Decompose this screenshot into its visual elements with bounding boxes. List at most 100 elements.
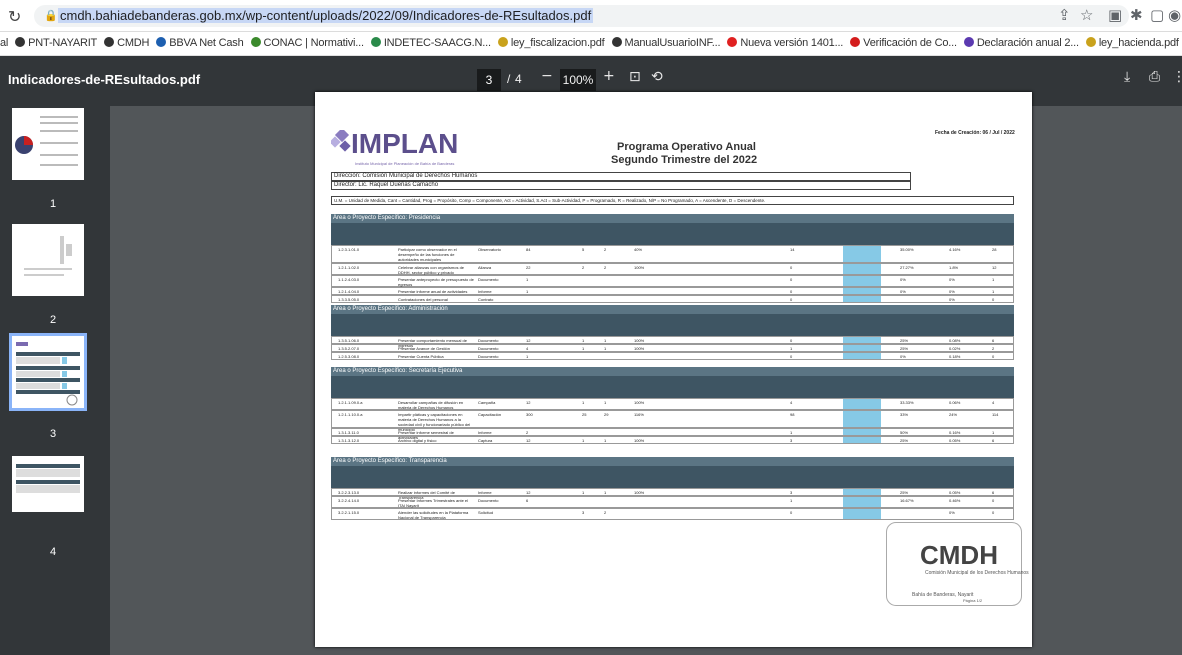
thumbnail-page-1[interactable] xyxy=(12,108,84,180)
more-menu-icon[interactable]: ⋮ xyxy=(1172,69,1182,85)
bookmark-label: Declaración anual 2... xyxy=(976,37,1079,49)
table-cell-pc: 100% xyxy=(634,400,645,405)
highlight-cell xyxy=(843,276,881,286)
bookmark-label: CONAC | Normativi... xyxy=(263,37,365,49)
bookmark-favicon-icon xyxy=(963,37,974,47)
table-cell-a: Presentar anteproyecto de presupuesto de… xyxy=(398,277,474,287)
table-cell-u: Captura xyxy=(478,438,493,443)
table-cell-r2: 3 xyxy=(790,438,793,443)
table-cell-r: 1 xyxy=(604,400,607,405)
bookmark-item[interactable]: Declaración anual 2... xyxy=(963,32,1086,49)
bookmark-favicon-icon xyxy=(850,37,861,47)
table-cell-s: 0% xyxy=(900,354,906,359)
table-cell-a: Presentar Cuenta Pública xyxy=(398,354,444,359)
puzzle-icon[interactable]: ✱ xyxy=(1130,6,1143,24)
table-cell-c: 1.2.1.1.09.0.a xyxy=(338,400,363,405)
highlight-cell xyxy=(843,296,881,302)
table-cell-r2: 1 xyxy=(790,498,793,503)
table-cell-c: 1.2.1.1.10.0.a xyxy=(338,412,363,417)
print-icon[interactable]: ⎙ xyxy=(1149,69,1160,85)
table-row: 1.3.5.1.06.0 Presentar comportamiento men… xyxy=(331,336,1014,348)
highlight-cell xyxy=(843,437,881,443)
page-number-input[interactable]: 3 xyxy=(477,69,501,91)
thumbnail-number: 2 xyxy=(50,314,57,326)
table-cell-r: 2 xyxy=(604,247,607,252)
bookmark-item[interactable]: ManualUsuarioINF... xyxy=(611,32,728,49)
sidepanel-icon[interactable]: ▢ xyxy=(1150,6,1164,24)
table-cell-p: 5 xyxy=(582,247,585,252)
table-cell-t: 4.16% xyxy=(949,247,961,252)
table-cell-z: 12 xyxy=(992,265,997,270)
zoom-out-icon[interactable]: − xyxy=(541,68,553,84)
bookmark-label: INDETEC-SAACG.N... xyxy=(383,37,491,49)
table-cell-u: Observatorio xyxy=(478,247,501,252)
table-cell-r2: 14 xyxy=(790,247,795,252)
bookmark-label: ley_hacienda.pdf xyxy=(1098,37,1179,49)
thumbnail-page-2[interactable] xyxy=(12,224,84,296)
bookmark-item[interactable]: INDETEC-SAACG.N... xyxy=(370,32,498,49)
table-cell-s: 27.27% xyxy=(900,265,914,270)
zoom-in-icon[interactable]: + xyxy=(603,68,615,84)
table-cell-m: 1 xyxy=(526,354,529,359)
seal-subtitle: Comisión Municipal de los Derechos Human… xyxy=(925,570,1029,576)
table-row: 1.2.1.1.09.0.a Desarrollar campañas de di… xyxy=(331,398,1014,410)
zoom-level-input[interactable]: 100% xyxy=(560,69,596,91)
table-cell-t: 24% xyxy=(949,412,958,417)
table-cell-t: 0.06% xyxy=(949,400,961,405)
table-row: 1.2.3.1.01.0 Participar como observador e… xyxy=(331,245,1014,263)
download-icon[interactable]: ⤓ xyxy=(1124,69,1130,85)
bookmark-item[interactable]: CONAC | Normativi... xyxy=(250,32,371,49)
bookmark-item[interactable]: ley_hacienda.pdf xyxy=(1085,32,1182,49)
implan-logo-subtitle: Instituto Municipal de Planeación de Bah… xyxy=(355,161,455,166)
thumbnail-page-4[interactable] xyxy=(12,456,84,512)
table-cell-t: 0.46% xyxy=(949,498,961,503)
table-cell-pc: 40% xyxy=(634,247,643,252)
bookmark-item[interactable]: ley_fiscalizacion.pdf xyxy=(497,32,612,49)
table-cell-z: 6 xyxy=(992,438,995,443)
table-cell-m: 12 xyxy=(526,400,531,405)
table-cell-c: 1.2.1.1.02.0 xyxy=(338,265,360,270)
bookmark-item[interactable]: PNT-NAYARIT xyxy=(15,32,104,49)
url-text[interactable]: cmdh.bahiadebanderas.gob.mx/wp-content/u… xyxy=(58,8,594,23)
bookmark-favicon-icon xyxy=(611,37,622,47)
table-cell-r2: 0 xyxy=(790,354,793,359)
table-cell-z: 1 xyxy=(992,277,995,282)
bookmark-item[interactable]: al xyxy=(0,32,15,49)
implan-logo-text: IMPLAN xyxy=(351,128,459,159)
extension-icon[interactable]: ▣ xyxy=(1108,6,1122,24)
bookmark-item[interactable]: BBVA Net Cash xyxy=(156,32,250,49)
section-header: Área o Proyecto Específico: Transparenci… xyxy=(331,457,1014,466)
table-cell-c: 1.2.3.1.01.0 xyxy=(338,247,360,252)
bookmark-star-icon[interactable]: ☆ xyxy=(1080,6,1093,24)
table-cell-t: 1.8% xyxy=(949,265,959,270)
table-cell-s: 33% xyxy=(900,412,909,417)
bookmark-label: Nueva versión 1401... xyxy=(740,37,844,49)
table-cell-a: Presentar Informes Trimestrales ante el … xyxy=(398,498,469,508)
table-cell-s: 16.67% xyxy=(900,498,914,503)
lock-icon[interactable]: 🔒 xyxy=(44,9,58,22)
bookmark-item[interactable]: Verificación de Co... xyxy=(850,32,964,49)
table-cell-a: Celebrar alianzas con organismos de DDHH… xyxy=(398,265,465,275)
thumbnail-page-3[interactable] xyxy=(9,333,87,411)
bookmark-item[interactable]: Nueva versión 1401... xyxy=(727,32,850,49)
rotate-icon[interactable]: ⟲ xyxy=(651,69,663,85)
bookmark-favicon-icon xyxy=(727,37,738,47)
table-cell-m: 84 xyxy=(526,247,531,252)
table-cell-u: Alianza xyxy=(478,265,492,270)
document-title: Indicadores-de-REsultados.pdf xyxy=(8,72,201,87)
table-cell-s: 25% xyxy=(900,438,909,443)
highlight-cell xyxy=(843,337,881,343)
table-cell-u: Documento xyxy=(478,354,499,359)
table-cell-c: 1.1.2.4.03.0 xyxy=(338,277,360,282)
share-icon[interactable]: ⇪ xyxy=(1058,6,1071,24)
table-cell-c: 1.2.5.3.08.0 xyxy=(338,354,360,359)
profile-avatar-icon[interactable]: ◉ xyxy=(1168,6,1181,24)
fit-page-icon[interactable]: ⊡ xyxy=(629,69,641,85)
section-header: Área o Proyecto Específico: Presidencia xyxy=(331,214,1014,223)
table-cell-u: Campaña xyxy=(478,400,496,405)
reload-icon[interactable]: ↻ xyxy=(8,7,21,26)
table-cell-a: Atender las solicitudes en la Plataforma… xyxy=(398,510,469,520)
highlight-cell xyxy=(843,489,881,495)
table-cell-p: 1 xyxy=(582,438,585,443)
bookmark-item[interactable]: CMDH xyxy=(104,32,156,49)
